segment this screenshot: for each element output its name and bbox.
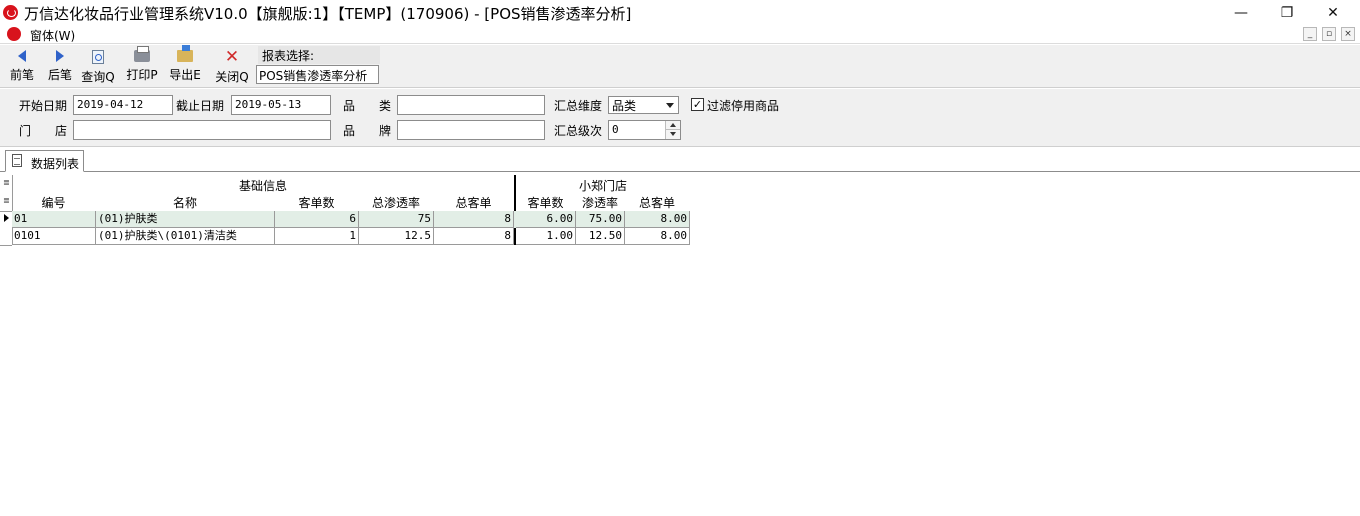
mdi-minimize-button[interactable]: _ (1303, 27, 1317, 41)
cell-store-orders[interactable]: 6.00 (516, 211, 576, 228)
cell-store-penetration[interactable]: 75.00 (576, 211, 625, 228)
cell-store-penetration[interactable]: 12.50 (576, 228, 625, 245)
tab-data-list-label: 数据列表 (31, 157, 80, 171)
cell-name[interactable]: (01)护肤类 (96, 211, 275, 228)
cell-store-total-orders[interactable]: 8.00 (625, 211, 690, 228)
filter-panel: 开始日期 2019-04-12 截止日期 2019-05-13 品 类 汇总维度… (0, 89, 1360, 147)
tab-data-list[interactable]: 数据列表 (5, 150, 84, 172)
window-title: 万信达化妆品行业管理系统V10.0【旗舰版:1】【TEMP】(170906) -… (24, 5, 632, 23)
cell-total-orders[interactable]: 8 (434, 228, 514, 245)
report-select-label: 报表选择: (262, 49, 315, 63)
cell-total-penetration[interactable]: 75 (359, 211, 434, 228)
close-button[interactable]: ✕ 关闭Q (212, 48, 252, 86)
summary-dimension-value: 品类 (612, 99, 637, 113)
menu-bar: 窗体(W) _ ▫ × (0, 25, 1360, 44)
summary-level-label: 汇总级次 (554, 124, 603, 138)
col-header-store-penetration[interactable]: 渗透率 (576, 194, 624, 211)
mdi-restore-button[interactable]: ▫ (1322, 27, 1336, 41)
store-field[interactable] (73, 120, 331, 140)
filter-disabled-label: 过滤停用商品 (707, 99, 780, 113)
next-label: 后笔 (47, 68, 72, 82)
tab-strip: 数据列表 (0, 148, 1360, 172)
col-header-total-orders[interactable]: 总客单 (434, 194, 513, 211)
col-header-code[interactable]: 编号 (12, 194, 95, 211)
mdi-close-button[interactable]: × (1341, 27, 1355, 41)
export-icon (177, 45, 193, 62)
col-header-orders[interactable]: 客单数 (275, 194, 358, 211)
col-header-store-orders[interactable]: 客单数 (516, 194, 575, 211)
arrow-right-icon (56, 50, 64, 62)
toolbar: 前笔 后笔 查询Q 打印P 导出E ✕ 关闭Q 报表选择: POS销售渗透率分析 (0, 45, 1360, 88)
document-icon (12, 154, 22, 167)
prev-label: 前笔 (9, 68, 34, 82)
summary-level-value: 0 (612, 123, 619, 136)
grid-column-menu-icon[interactable]: ≣ (3, 196, 10, 205)
col-header-total-penetration[interactable]: 总渗透率 (359, 194, 433, 211)
cell-orders[interactable]: 1 (275, 228, 359, 245)
report-select[interactable]: POS销售渗透率分析 (256, 65, 379, 84)
data-grid[interactable]: ≣ ≣ 基础信息 小郑门店 编号 名称 客单数 总渗透率 总客单 客单数 渗透率… (0, 173, 1360, 516)
store-label: 门 店 (19, 124, 68, 138)
print-label: 打印P (126, 68, 158, 82)
group-header-store: 小郑门店 (578, 179, 627, 193)
export-label: 导出E (169, 68, 201, 82)
row-pointer-icon (4, 214, 9, 222)
end-date-field[interactable]: 2019-05-13 (231, 95, 331, 115)
menu-logo-icon (7, 27, 21, 41)
col-header-store-total-orders[interactable]: 总客单 (625, 194, 689, 211)
close-icon: ✕ (224, 47, 240, 67)
prev-button[interactable]: 前笔 (2, 48, 42, 86)
maximize-button[interactable]: ❐ (1264, 0, 1310, 25)
cell-code[interactable]: 0101 (12, 228, 96, 245)
stepper-up-icon[interactable] (665, 121, 680, 130)
minimize-button[interactable]: — (1218, 0, 1264, 25)
end-date-label: 截止日期 (176, 99, 225, 113)
cell-store-orders[interactable]: 1.00 (516, 228, 576, 245)
title-bar: 万信达化妆品行业管理系统V10.0【旗舰版:1】【TEMP】(170906) -… (0, 0, 1360, 25)
chevron-down-icon (666, 103, 674, 108)
grid-menu-icon[interactable]: ≣ (3, 178, 10, 187)
close-label: 关闭Q (215, 70, 249, 84)
next-button[interactable]: 后笔 (40, 48, 80, 86)
cell-code[interactable]: 01 (12, 211, 96, 228)
arrow-left-icon (18, 50, 26, 62)
summary-level-stepper[interactable]: 0 (608, 120, 681, 140)
export-button[interactable]: 导出E (165, 45, 205, 86)
printer-icon (134, 46, 150, 62)
summary-dimension-select[interactable]: 品类 (608, 96, 679, 114)
brand-field[interactable] (397, 120, 545, 140)
table-row[interactable]: 0101 (01)护肤类\(0101)清洁类 1 12.5 8 1.00 12.… (12, 228, 690, 245)
app-logo-icon (3, 5, 18, 20)
start-date-field[interactable]: 2019-04-12 (73, 95, 173, 115)
group-header-basic: 基础信息 (238, 179, 287, 193)
cell-name[interactable]: (01)护肤类\(0101)清洁类 (96, 228, 275, 245)
query-button[interactable]: 查询Q (78, 48, 118, 86)
cell-total-orders[interactable]: 8 (434, 211, 514, 228)
query-label: 查询Q (81, 70, 115, 84)
category-field[interactable] (397, 95, 545, 115)
query-icon (92, 50, 104, 64)
brand-label: 品 牌 (343, 124, 392, 138)
cell-total-penetration[interactable]: 12.5 (359, 228, 434, 245)
col-header-name[interactable]: 名称 (96, 194, 274, 211)
window-menu[interactable]: 窗体(W) (30, 27, 75, 44)
cell-orders[interactable]: 6 (275, 211, 359, 228)
summary-dimension-label: 汇总维度 (554, 99, 603, 113)
close-window-button[interactable]: ✕ (1310, 0, 1356, 25)
table-row[interactable]: 01 (01)护肤类 6 75 8 6.00 75.00 8.00 (12, 211, 690, 228)
filter-disabled-checkbox[interactable]: ✓ (691, 98, 704, 111)
category-label: 品 类 (343, 99, 392, 113)
start-date-label: 开始日期 (19, 99, 68, 113)
print-button[interactable]: 打印P (122, 46, 162, 86)
stepper-down-icon[interactable] (665, 130, 680, 139)
cell-store-total-orders[interactable]: 8.00 (625, 228, 690, 245)
indicator-bottom-line (0, 245, 12, 246)
